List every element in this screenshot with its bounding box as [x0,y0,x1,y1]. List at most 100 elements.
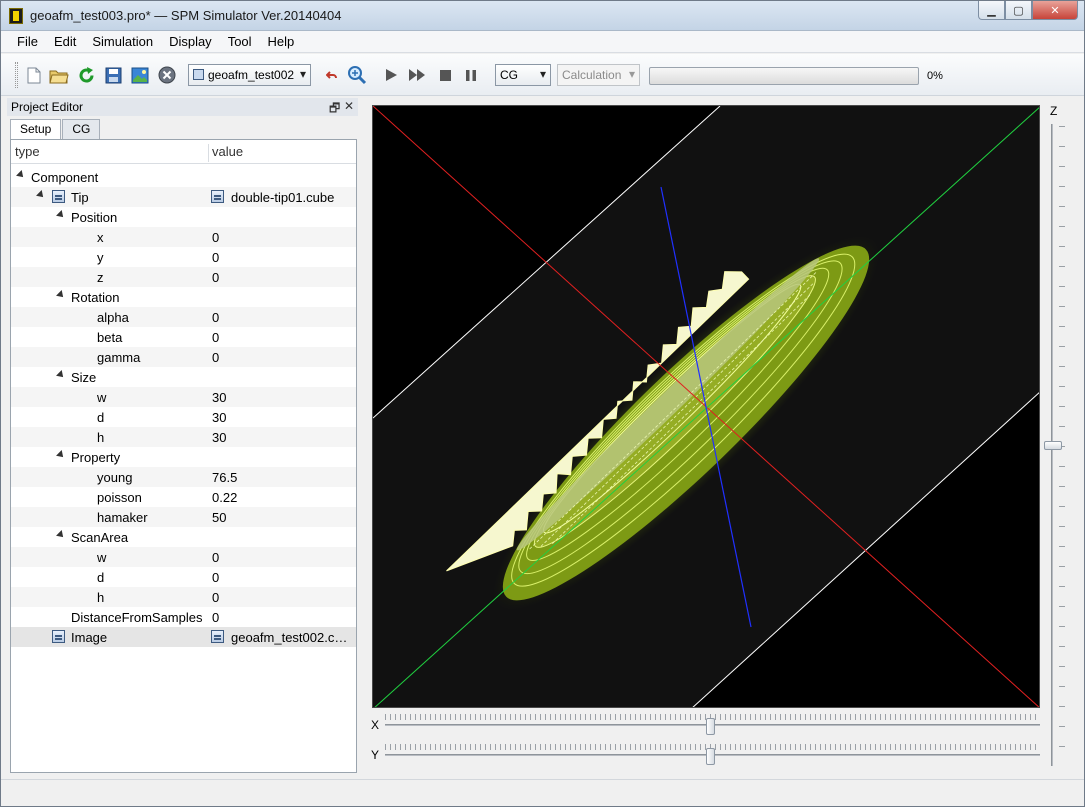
tree-row[interactable]: w 30 [11,387,356,407]
tree-row-value[interactable]: 0 [212,570,355,585]
y-slider-handle[interactable] [706,748,715,765]
new-file-button[interactable] [23,64,45,86]
expand-arrow-icon[interactable] [56,530,66,540]
tree-row[interactable]: z0 [11,267,356,287]
tree-row[interactable]: w0 [11,547,356,567]
tree-row[interactable]: y0 [11,247,356,267]
tree-row[interactable]: h0 [11,587,356,607]
tree-row-value[interactable]: 0 [212,550,355,565]
fast-forward-button[interactable] [406,64,428,86]
tree-row-value[interactable]: 30 [212,410,355,425]
z-slider-handle[interactable] [1044,441,1062,450]
cube-file-icon [211,630,224,643]
zoom-button[interactable] [346,64,368,86]
expand-arrow-icon[interactable] [56,210,66,220]
tree-row[interactable]: Component [11,167,356,187]
tab-cg[interactable]: CG [62,119,101,139]
play-button[interactable] [380,64,402,86]
tree-row-value[interactable]: double-tip01.cube [231,190,353,205]
tree-row-value[interactable]: 0 [212,610,355,625]
tree-row[interactable]: x0 [11,227,356,247]
tree-row-value[interactable]: 0 [212,310,355,325]
tree-row[interactable]: young 76.5 [11,467,356,487]
tree-row-label: poisson [97,490,142,505]
pause-icon [466,69,476,81]
property-tree[interactable]: type value Component Tip double-tip01.cube… [10,139,357,773]
image-button[interactable] [129,64,151,86]
tree-row[interactable]: Tip double-tip01.cube [11,187,356,207]
open-folder-button[interactable] [48,64,70,86]
tree-row-value[interactable]: 76.5 [212,470,355,485]
minimize-button[interactable]: ▁ [978,1,1005,20]
tree-row[interactable]: Property [11,447,356,467]
tree-row-value[interactable]: 0.22 [212,490,355,505]
tree-row[interactable]: h 30 [11,427,356,447]
tree-row[interactable]: Size [11,367,356,387]
column-type[interactable]: type [15,144,40,159]
minimize-icon: ▁ [987,4,996,17]
toolbar: geoafm_test002 CG Calculation 0% [1,54,1084,96]
tree-row[interactable]: ScanArea [11,527,356,547]
tree-row-value[interactable]: 30 [212,390,355,405]
tree-row[interactable]: d0 [11,567,356,587]
x-slider[interactable]: X [371,713,1041,739]
tree-row[interactable]: d 30 [11,407,356,427]
cube-file-icon [52,630,65,643]
close-project-button[interactable] [156,64,178,86]
tree-row-value[interactable]: 0 [212,590,355,605]
pause-button[interactable] [460,64,482,86]
tree-row-value[interactable]: geoafm_test002.cube [231,630,353,645]
save-button[interactable] [102,64,124,86]
calculation-combo[interactable]: Calculation [557,64,640,86]
column-value[interactable]: value [212,144,243,159]
tree-row[interactable]: Image geoafm_test002.cube [11,627,356,647]
close-panel-button[interactable]: ✕ [344,99,354,113]
tree-row[interactable]: Rotation [11,287,356,307]
toolbar-grip[interactable] [15,62,18,88]
expand-arrow-icon[interactable] [56,370,66,380]
play-icon [386,69,397,81]
tree-row[interactable]: gamma 0 [11,347,356,367]
float-panel-button[interactable]: 🗗 [329,99,340,120]
z-slider[interactable]: Z [1044,104,1070,769]
reload-button[interactable] [75,64,97,86]
title-bar[interactable]: geoafm_test003.pro* — SPM Simulator Ver.… [1,1,1084,31]
expand-arrow-icon[interactable] [16,170,26,180]
menu-tool[interactable]: Tool [220,34,260,49]
3d-viewport[interactable] [372,105,1040,708]
tree-row-value[interactable]: 0 [212,350,355,365]
expand-arrow-icon[interactable] [56,290,66,300]
project-combo[interactable]: geoafm_test002 [188,64,311,86]
tree-row-value[interactable]: 0 [212,330,355,345]
tree-row[interactable]: DistanceFromSamples 0 [11,607,356,627]
tree-row-value[interactable]: 0 [212,250,355,265]
expand-arrow-icon[interactable] [36,190,46,200]
tree-row[interactable]: alpha 0 [11,307,356,327]
maximize-button[interactable]: ▢ [1005,1,1032,20]
menu-help[interactable]: Help [260,34,303,49]
tree-row-label: y [97,250,104,265]
undo-button[interactable] [321,64,343,86]
menu-file[interactable]: File [9,34,46,49]
float-icon: 🗗 [329,101,341,115]
tree-row[interactable]: poisson 0.22 [11,487,356,507]
tree-row-value[interactable]: 50 [212,510,355,525]
expand-arrow-icon[interactable] [56,450,66,460]
menu-display[interactable]: Display [161,34,220,49]
tab-setup[interactable]: Setup [10,119,62,140]
close-button[interactable]: ✕ [1032,1,1078,20]
tree-row[interactable]: hamaker 50 [11,507,356,527]
reload-icon [79,66,93,82]
tree-row-value[interactable]: 0 [212,230,355,245]
x-slider-handle[interactable] [706,718,715,735]
y-slider[interactable]: Y [371,743,1041,769]
menu-edit[interactable]: Edit [46,34,84,49]
mode-combo[interactable]: CG [495,64,551,86]
tree-row-value[interactable]: 0 [212,270,355,285]
tree-row-label: gamma [97,350,141,365]
tree-row-value[interactable]: 30 [212,430,355,445]
tree-row[interactable]: beta 0 [11,327,356,347]
menu-simulation[interactable]: Simulation [84,34,161,49]
tree-row[interactable]: Position [11,207,356,227]
stop-button[interactable] [434,64,456,86]
